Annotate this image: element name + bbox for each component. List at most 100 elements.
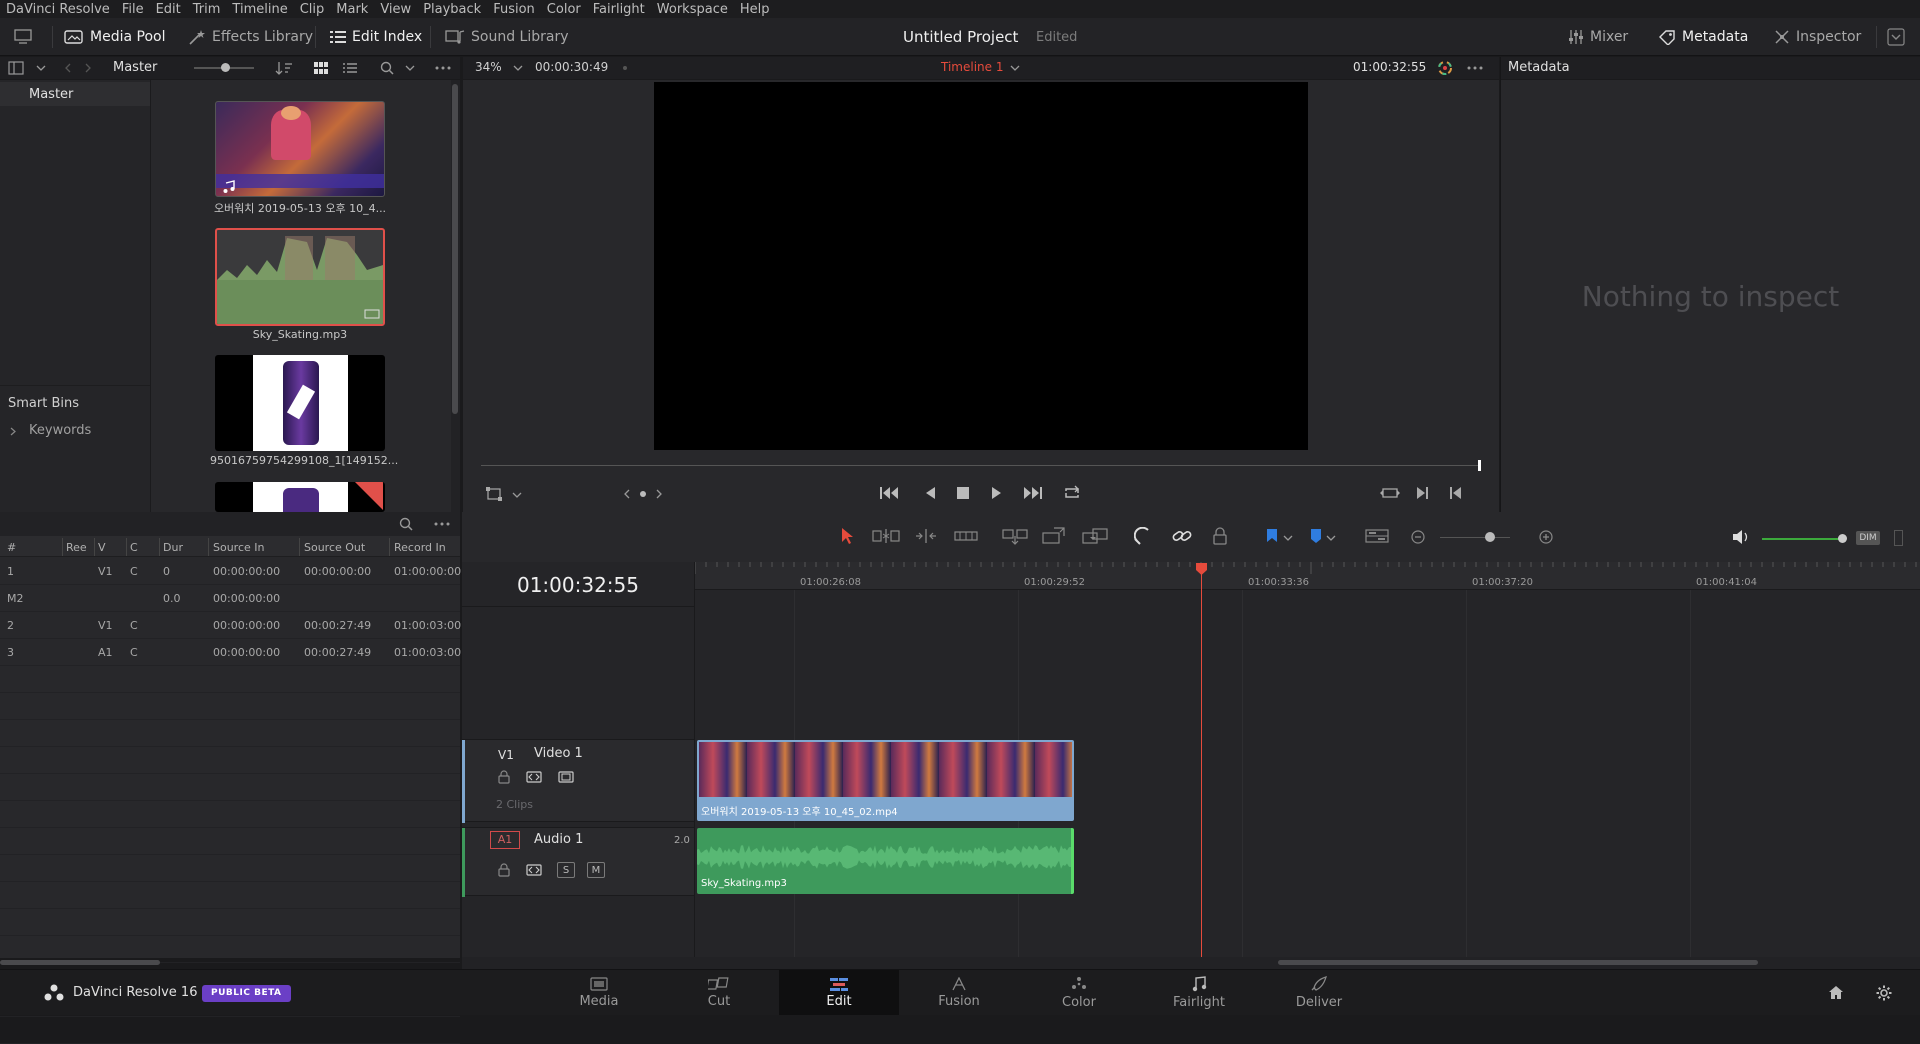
thumbnail-size-handle[interactable] <box>221 63 230 72</box>
mute-button[interactable]: M <box>587 862 605 878</box>
full-extent-zoom-icon[interactable] <box>1365 528 1389 544</box>
lock-icon[interactable] <box>498 770 510 784</box>
metadata-button[interactable]: Metadata <box>1658 18 1748 56</box>
menu-fusion[interactable]: Fusion <box>487 2 541 17</box>
marker-icon[interactable] <box>1310 528 1322 544</box>
insert-clip-icon[interactable] <box>1002 528 1028 546</box>
flag-icon[interactable] <box>1266 528 1278 544</box>
chevron-down-icon[interactable] <box>1326 534 1336 542</box>
menu-help[interactable]: Help <box>734 2 776 17</box>
page-tab-edit[interactable]: Edit <box>779 970 899 1015</box>
chevron-down-icon[interactable] <box>36 64 46 72</box>
chevron-down-icon[interactable] <box>405 64 415 72</box>
column-record-in[interactable]: Record In <box>394 537 446 557</box>
more-options-icon[interactable] <box>1467 66 1483 70</box>
auto-select-icon[interactable] <box>526 864 542 876</box>
zoom-level[interactable]: 34% <box>475 60 502 74</box>
timeline-zoom-handle[interactable] <box>1485 532 1495 542</box>
next-edit-icon[interactable] <box>1415 486 1429 500</box>
playhead-marker-icon[interactable] <box>1195 562 1208 576</box>
video-canvas[interactable] <box>654 82 1308 450</box>
jog-control-icon[interactable] <box>623 488 663 500</box>
menu-timeline[interactable]: Timeline <box>226 2 293 17</box>
media-pool-button[interactable]: Media Pool <box>64 18 165 56</box>
back-arrow-icon[interactable] <box>64 63 72 73</box>
auto-select-icon[interactable] <box>526 771 542 783</box>
collapse-toolbar-button[interactable] <box>1887 18 1905 56</box>
chevron-down-icon[interactable] <box>1010 64 1020 72</box>
position-lock-icon[interactable] <box>1212 527 1228 545</box>
column-clip[interactable]: C <box>130 537 138 557</box>
transform-icon[interactable] <box>486 487 502 501</box>
table-row[interactable]: 2 V1 C 00:00:00:00 00:00:27:49 01:00:03:00 <box>0 612 461 638</box>
lock-icon[interactable] <box>498 863 510 877</box>
page-tab-color[interactable]: Color <box>1019 970 1139 1015</box>
clip-thumbnail-audio-selected[interactable] <box>215 228 385 326</box>
clip-thumbnail-video[interactable] <box>215 101 385 197</box>
more-options-icon[interactable] <box>434 522 450 526</box>
clip-thumbnail-image[interactable] <box>215 355 385 451</box>
settings-gear-icon[interactable] <box>1876 985 1892 1001</box>
page-tab-deliver[interactable]: Deliver <box>1259 970 1379 1015</box>
grid-view-icon[interactable] <box>314 62 328 74</box>
go-to-start-icon[interactable] <box>879 485 899 501</box>
speaker-icon[interactable] <box>1732 529 1750 545</box>
volume-handle[interactable] <box>1838 534 1847 543</box>
smart-bin-keywords[interactable]: Keywords <box>29 423 91 438</box>
edit-index-button[interactable]: Edit Index <box>330 18 422 56</box>
stop-icon[interactable] <box>956 486 970 500</box>
disable-track-icon[interactable] <box>558 771 574 783</box>
more-options-icon[interactable] <box>435 66 451 70</box>
clip-thumbnail-image[interactable] <box>215 482 385 512</box>
previous-edit-icon[interactable] <box>1449 486 1463 500</box>
column-video[interactable]: V <box>98 537 106 557</box>
chevron-down-icon[interactable] <box>1283 534 1293 542</box>
inspector-button[interactable]: Inspector <box>1774 18 1861 56</box>
audio-clip[interactable]: Sky_Skating.mp3 <box>697 828 1074 894</box>
timeline-name[interactable]: Timeline 1 <box>941 60 1003 74</box>
overwrite-clip-icon[interactable] <box>1042 527 1066 545</box>
timeline-scrollbar[interactable] <box>1278 960 1758 965</box>
page-tab-fusion[interactable]: Fusion <box>899 970 1019 1015</box>
trim-edit-icon[interactable] <box>872 528 900 544</box>
timeline-zoom-slider[interactable] <box>1440 537 1510 538</box>
menu-mark[interactable]: Mark <box>330 2 374 17</box>
menu-workspace[interactable]: Workspace <box>651 2 734 17</box>
timeline-playhead[interactable] <box>1201 569 1202 957</box>
column-reel[interactable]: Ree <box>66 537 87 557</box>
volume-slider[interactable] <box>1762 538 1842 540</box>
column-number[interactable]: # <box>7 537 16 557</box>
menu-fairlight[interactable]: Fairlight <box>587 2 651 17</box>
track-id-a1[interactable]: A1 <box>490 831 520 849</box>
menu-edit[interactable]: Edit <box>150 2 187 17</box>
menu-view[interactable]: View <box>374 2 417 17</box>
chevron-down-icon[interactable] <box>513 64 523 72</box>
snapping-icon[interactable] <box>1134 527 1152 545</box>
edit-index-scrollbar[interactable] <box>0 960 160 965</box>
go-to-end-icon[interactable] <box>1023 485 1043 501</box>
search-icon[interactable] <box>380 61 394 75</box>
column-source-out[interactable]: Source Out <box>304 537 365 557</box>
media-pool-scrollbar[interactable] <box>452 84 458 414</box>
effects-library-button[interactable]: Effects Library <box>188 18 313 56</box>
table-row[interactable]: M2 0.0 00:00:00:00 <box>0 585 460 611</box>
home-icon[interactable] <box>1828 985 1844 1000</box>
menu-file[interactable]: File <box>116 2 150 17</box>
sort-icon[interactable] <box>275 61 293 75</box>
workspace-toggle-button[interactable] <box>14 18 32 56</box>
list-view-icon[interactable] <box>343 62 357 74</box>
search-icon[interactable] <box>399 517 413 531</box>
page-tab-media[interactable]: Media <box>539 970 659 1015</box>
link-icon[interactable] <box>1172 528 1192 544</box>
forward-arrow-icon[interactable] <box>84 63 92 73</box>
column-source-in[interactable]: Source In <box>213 537 265 557</box>
play-reverse-icon[interactable] <box>923 485 937 501</box>
menu-davinci-resolve[interactable]: DaVinci Resolve <box>0 2 116 17</box>
selection-arrow-icon[interactable] <box>840 527 854 545</box>
loop-icon[interactable] <box>1062 485 1082 501</box>
page-tab-fairlight[interactable]: Fairlight <box>1139 970 1259 1015</box>
timeline-timecode[interactable]: 01:00:32:55 <box>462 573 694 597</box>
zoom-out-icon[interactable] <box>1411 530 1425 544</box>
dim-button[interactable]: DIM <box>1856 531 1880 545</box>
video-clip[interactable]: 오버워치 2019-05-13 오후 10_45_02.mp4 <box>697 740 1074 821</box>
